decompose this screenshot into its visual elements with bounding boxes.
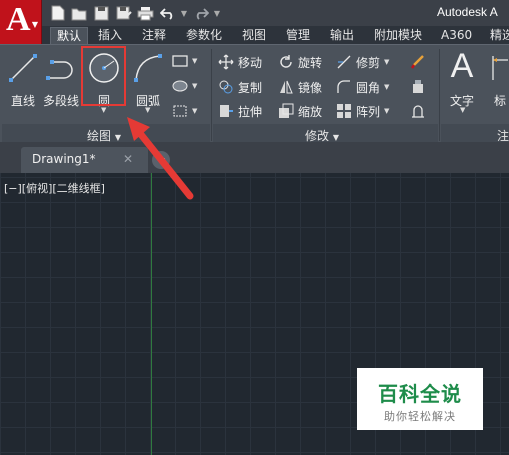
scale-button[interactable]: 缩放	[278, 101, 322, 121]
quick-access-toolbar: ▼ ▼	[48, 2, 221, 24]
chevron-down-icon: ▼	[31, 20, 38, 29]
save-icon[interactable]	[92, 4, 111, 23]
chevron-down-icon[interactable]: ▼	[192, 82, 197, 90]
fillet-icon	[336, 79, 352, 95]
line-icon	[6, 51, 40, 85]
chevron-down-icon[interactable]: ▼	[384, 83, 389, 91]
chevron-down-icon[interactable]: ▼	[384, 107, 389, 115]
application-menu-button[interactable]: A ▼	[0, 0, 42, 44]
mirror-button[interactable]: 镜像	[278, 77, 322, 97]
offset-icon	[410, 103, 426, 119]
window-title: Autodesk A	[437, 5, 498, 19]
erase-icon	[410, 54, 426, 70]
circle-dropdown-icon[interactable]: ▼	[101, 106, 106, 114]
chevron-down-icon: ▼	[114, 133, 121, 142]
move-icon	[218, 54, 234, 70]
tab-addins[interactable]: 附加模块	[368, 27, 428, 44]
chevron-down-icon: ▼	[332, 133, 339, 142]
text-button[interactable]: A 文字	[445, 49, 479, 109]
array-icon	[336, 103, 352, 119]
array-button[interactable]: 阵列 ▼	[336, 101, 389, 121]
tab-insert[interactable]: 插入	[92, 27, 128, 44]
watermark-title: 百科全说	[378, 382, 462, 406]
tab-a360[interactable]: A360	[435, 27, 478, 44]
fillet-button[interactable]: 圆角 ▼	[336, 77, 389, 97]
arc-icon	[131, 51, 165, 85]
ribbon-tab-bar: 默认 插入 注释 参数化 视图 管理 输出 附加模块 A360 精选	[42, 26, 509, 44]
rectangle-button[interactable]: ▼	[172, 51, 197, 71]
chevron-down-icon[interactable]: ▼	[192, 57, 197, 65]
title-bar: ▼ ▼ Autodesk A	[0, 0, 509, 26]
boundary-button[interactable]: ▼	[172, 101, 197, 121]
stretch-button[interactable]: 拉伸	[218, 101, 262, 121]
erase-button[interactable]	[410, 52, 426, 72]
text-dropdown-icon[interactable]: ▼	[460, 106, 465, 114]
tab-parametric[interactable]: 参数化	[180, 27, 228, 44]
print-icon[interactable]	[136, 4, 155, 23]
autocad-logo: A	[6, 1, 31, 38]
copy-button[interactable]: 复制	[218, 77, 262, 97]
tab-annotate[interactable]: 注释	[136, 27, 172, 44]
arc-dropdown-icon[interactable]: ▼	[145, 106, 150, 114]
save-as-icon[interactable]	[114, 4, 133, 23]
redo-icon[interactable]	[191, 4, 210, 23]
boundary-icon	[172, 103, 188, 119]
ribbon-panel-area: 直线 多段线 圆 ▼ 圆弧 ▼ ▼ ▼ ▼ 绘图 ▼ 移动 复制 拉伸 旋转 镜…	[0, 44, 509, 143]
watermark-badge: 百科全说 助你轻松解决	[357, 368, 483, 430]
circle-button-highlight	[81, 46, 126, 106]
offset-button[interactable]	[410, 101, 426, 121]
new-icon[interactable]	[48, 4, 67, 23]
redo-dropdown-icon[interactable]: ▼	[213, 4, 221, 23]
dimension-button[interactable]: 标	[490, 51, 509, 109]
explode-button[interactable]	[410, 77, 426, 97]
file-tab-drawing1[interactable]: Drawing1* ✕	[21, 147, 148, 173]
polyline-icon	[44, 51, 78, 85]
rotate-icon	[278, 54, 294, 70]
trim-button[interactable]: 修剪 ▼	[336, 52, 389, 72]
ucs-y-axis-line	[151, 173, 152, 455]
tab-output[interactable]: 输出	[324, 27, 360, 44]
new-tab-button[interactable]: +	[152, 151, 170, 169]
chevron-down-icon[interactable]: ▼	[192, 107, 197, 115]
stretch-icon	[218, 103, 234, 119]
panel-divider	[439, 49, 440, 141]
rectangle-icon	[172, 53, 188, 69]
text-icon: A	[450, 47, 474, 85]
file-tab-label: Drawing1*	[32, 152, 96, 166]
rotate-button[interactable]: 旋转	[278, 52, 322, 72]
copy-icon	[218, 79, 234, 95]
line-button[interactable]: 直线	[6, 51, 40, 109]
polyline-button[interactable]: 多段线	[43, 51, 79, 109]
hatch-button[interactable]: ▼	[172, 76, 197, 96]
tab-featured[interactable]: 精选	[484, 27, 509, 44]
arc-button[interactable]: 圆弧	[131, 51, 165, 109]
viewport-controls[interactable]: [−][俯视][二维线框]	[4, 180, 105, 196]
undo-icon[interactable]	[158, 4, 177, 23]
mirror-icon	[278, 79, 294, 95]
close-icon[interactable]: ✕	[123, 152, 133, 166]
tab-home[interactable]: 默认	[50, 27, 89, 44]
hatch-icon	[172, 78, 188, 94]
dimension-icon	[490, 51, 509, 85]
tab-view[interactable]: 视图	[236, 27, 272, 44]
open-icon[interactable]	[70, 4, 89, 23]
scale-icon	[278, 103, 294, 119]
move-button[interactable]: 移动	[218, 52, 262, 72]
watermark-subtitle: 助你轻松解决	[384, 410, 456, 423]
file-tab-strip: Drawing1* ✕ +	[0, 142, 509, 173]
panel-divider	[211, 49, 212, 141]
tab-manage[interactable]: 管理	[280, 27, 316, 44]
explode-icon	[410, 79, 426, 95]
chevron-down-icon[interactable]: ▼	[384, 58, 389, 66]
undo-dropdown-icon[interactable]: ▼	[180, 4, 188, 23]
trim-icon	[336, 54, 352, 70]
